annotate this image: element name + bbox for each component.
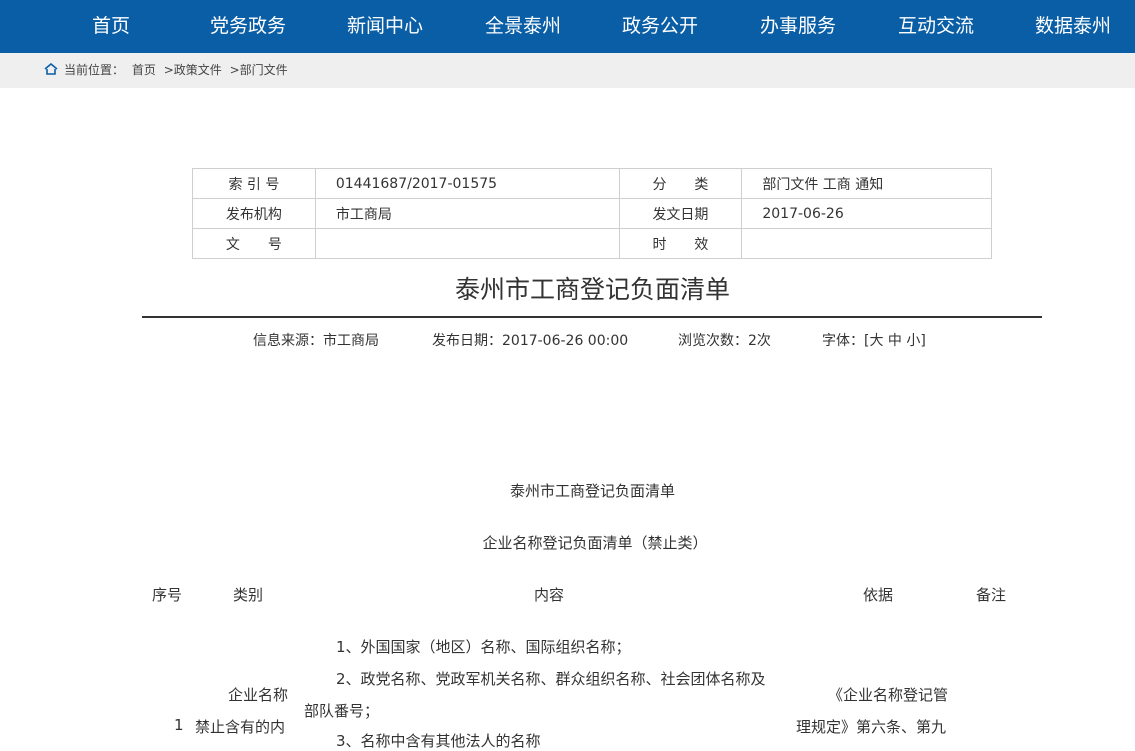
document-metadata-table: 索 引 号 01441687/2017-01575 分 类 部门文件 工商 通知… [192,168,992,259]
breadcrumb-home-link[interactable]: 首页 [132,63,156,77]
font-size-control: 字体：[大 中 小] [822,330,926,350]
page-title: 泰州市工商登记负面清单 [454,275,730,304]
row-category: 企业名称 [228,686,289,704]
content-heading: 泰州市工商登记负面清单 [509,482,675,500]
index-value: 01441687/2017-01575 [314,168,620,199]
home-icon [44,54,58,75]
docno-value [314,228,620,259]
nav-home[interactable]: 首页 [92,0,130,53]
info-source: 信息来源：市工商局 [253,333,379,349]
date-value: 2017-06-26 [741,198,992,229]
nav-party-affairs[interactable]: 党务政务 [210,0,286,53]
column-header-content: 内容 [534,586,565,604]
breadcrumb-bar: 当前位置： 首页 >政策文件 >部门文件 [0,53,1135,88]
content-subheading: 企业名称登记负面清单（禁止类） [482,534,708,552]
top-navigation: 首页 党务政务 新闻中心 全景泰州 政务公开 办事服务 互动交流 数据泰州 [0,0,1135,53]
table-row: 文 号 时 效 [192,228,992,259]
breadcrumb-label: 当前位置： [64,63,125,77]
breadcrumb: 当前位置： 首页 >政策文件 >部门文件 [44,53,288,88]
nav-news-center[interactable]: 新闻中心 [347,0,423,53]
column-header-number: 序号 [152,586,183,604]
docno-label: 文 号 [192,228,316,259]
column-header-basis: 依据 [863,586,894,604]
row-basis: 理规定》第六条、第九 [796,718,947,736]
validity-value [741,228,992,259]
breadcrumb-dept-docs-link[interactable]: >部门文件 [230,63,288,77]
font-size-label: 字体： [822,333,864,349]
content-line: 部队番号； [304,702,380,720]
category-label: 分 类 [618,168,743,199]
info-published: 发布日期：2017-06-26 00:00 [432,333,629,349]
title-divider [142,316,1042,318]
validity-label: 时 效 [618,228,743,259]
content-line: 2、政党名称、党政军机关名称、群众组织名称、社会团体名称及 [336,670,766,688]
category-value: 部门文件 工商 通知 [741,168,992,199]
nav-services[interactable]: 办事服务 [760,0,836,53]
breadcrumb-policy-link[interactable]: >政策文件 [164,63,222,77]
table-row: 发布机构 市工商局 发文日期 2017-06-26 [192,198,992,229]
content-line: 3、名称中含有其他法人的名称 [336,732,541,750]
nav-government-disclosure[interactable]: 政务公开 [622,0,698,53]
date-label: 发文日期 [618,198,743,229]
font-size-options[interactable]: [大 中 小] [864,333,926,349]
nav-interaction[interactable]: 互动交流 [898,0,974,53]
nav-panorama-taizhou[interactable]: 全景泰州 [485,0,561,53]
column-header-remarks: 备注 [976,586,1007,604]
row-basis: 《企业名称登记管 [828,686,949,704]
row-number: 1 [174,716,184,734]
org-label: 发布机构 [192,198,316,229]
row-category: 禁止含有的内 [195,718,286,736]
column-header-category: 类别 [233,586,264,604]
index-label: 索 引 号 [192,168,316,199]
org-value: 市工商局 [314,198,620,229]
nav-data-taizhou[interactable]: 数据泰州 [1035,0,1111,53]
content-line: 1、外国国家（地区）名称、国际组织名称； [336,638,631,656]
info-views: 浏览次数：2次 [678,333,771,349]
table-row: 索 引 号 01441687/2017-01575 分 类 部门文件 工商 通知 [192,168,992,199]
